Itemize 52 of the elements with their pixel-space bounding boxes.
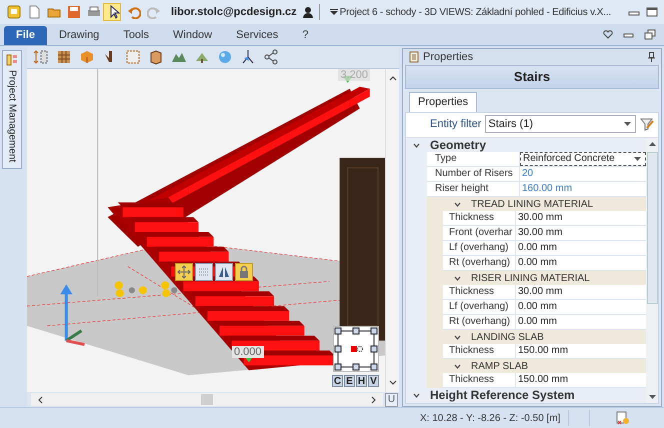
property-value[interactable]: 30.00 mm — [516, 285, 646, 299]
property-value[interactable]: 160.00 mm — [520, 182, 646, 196]
corner-button[interactable]: U — [385, 392, 398, 406]
menu-item[interactable]: Tools — [111, 26, 161, 45]
property-name: Lf (overhang) — [443, 241, 516, 255]
subgroup-header[interactable]: TREAD LINING MATERIAL — [427, 197, 646, 211]
menu-item[interactable]: Drawing — [46, 26, 112, 45]
category-header[interactable]: Geometry — [406, 138, 646, 152]
subgroup-header[interactable]: RISER LINING MATERIAL — [427, 271, 646, 285]
property-name: Thickness — [443, 211, 516, 225]
panel-title: Properties — [423, 51, 474, 63]
menu-item[interactable]: ? — [290, 26, 320, 45]
subgroup-header[interactable]: RAMP SLAB — [427, 359, 646, 373]
elevation-label: 3.200 — [338, 69, 370, 81]
view-button[interactable]: H — [356, 375, 367, 387]
property-name: Thickness — [443, 285, 516, 299]
property-value[interactable]: 30.00 mm — [516, 211, 646, 225]
property-name: Riser height — [427, 182, 520, 196]
property-dropdown[interactable]: Reinforced Concrete — [520, 152, 646, 166]
view-button[interactable]: V — [368, 375, 379, 387]
property-name: Front (overhar — [443, 226, 516, 240]
menu-item[interactable]: File — [4, 26, 47, 45]
property-name: Rt (overhang) — [443, 315, 516, 329]
property-name: Thickness — [443, 373, 516, 387]
property-name: Thickness — [443, 344, 516, 358]
menu-item[interactable]: Window — [161, 26, 224, 45]
property-name: Type — [427, 152, 520, 166]
user-email: libor.stolc@pcdesign.cz — [171, 6, 297, 18]
view-button[interactable]: C — [332, 375, 343, 387]
entity-filter-label: Entity filter — [430, 118, 482, 130]
category-header[interactable]: Height Reference System — [406, 388, 646, 402]
property-name: Rt (overhang) — [443, 256, 516, 270]
property-name: Number of Risers — [427, 167, 520, 181]
property-name: Lf (overhang) — [443, 300, 516, 314]
entity-filter-dropdown[interactable]: Stairs (1) — [485, 115, 636, 133]
property-value[interactable]: 0.00 mm — [516, 300, 646, 314]
coordinates-readout: X: 10.28 - Y: -8.26 - Z: -0.50 [m] — [420, 412, 562, 424]
project-management-tab[interactable]: Project Management — [2, 50, 22, 170]
property-value[interactable]: 150.00 mm — [516, 373, 646, 387]
property-value[interactable]: 150.00 mm — [516, 344, 646, 358]
properties-tab[interactable]: Properties — [409, 92, 478, 112]
property-value[interactable]: 20 — [520, 167, 646, 181]
property-value[interactable]: 0.00 mm — [516, 241, 646, 255]
property-value[interactable]: 0.00 mm — [516, 315, 646, 329]
property-value[interactable]: 0.00 mm — [516, 256, 646, 270]
subgroup-header[interactable]: LANDING SLAB — [427, 330, 646, 344]
window-title: Project 6 - schody - 3D VIEWS: Základní pohled - Edificius v.X... — [340, 6, 612, 18]
property-value[interactable]: 30.00 mm — [516, 226, 646, 240]
object-title: Stairs — [405, 65, 659, 89]
view-button[interactable]: E — [344, 375, 355, 387]
menu-item[interactable]: Services — [224, 26, 290, 45]
elevation-label: 0.000 — [232, 346, 264, 358]
